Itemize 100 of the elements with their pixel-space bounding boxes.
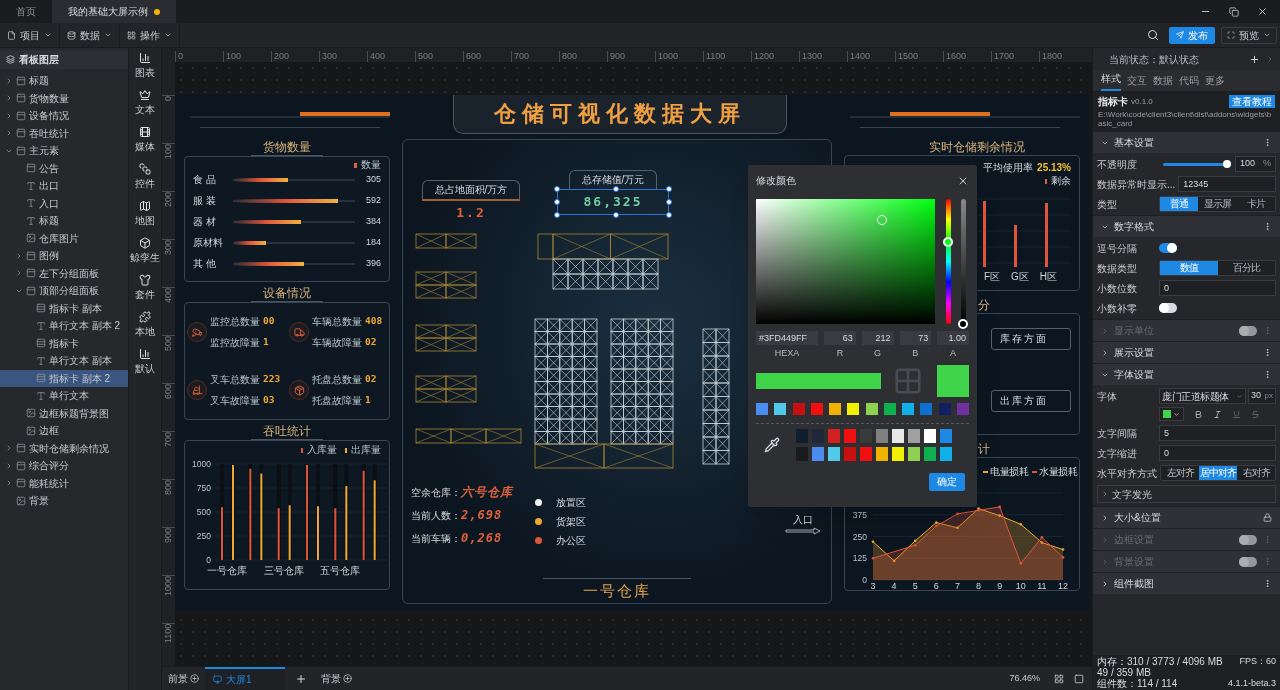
layer-item[interactable]: 设备情况 (0, 107, 128, 125)
layer-item[interactable]: 单行文本 副本 (0, 352, 128, 370)
widget-category[interactable]: 地图 (135, 200, 155, 228)
document-tab[interactable]: 首页 (0, 0, 52, 23)
add-icon[interactable] (295, 672, 307, 685)
bold-icon[interactable] (1194, 409, 1203, 419)
layer-item[interactable]: 综合评分 (0, 457, 128, 475)
input-field[interactable]: 0 (1159, 280, 1276, 296)
layer-item[interactable]: 入口 (0, 194, 128, 212)
layer-item[interactable]: 仓库图片 (0, 229, 128, 247)
preview-button[interactable]: 预览 (1221, 26, 1277, 44)
more-icon[interactable] (1263, 348, 1272, 357)
color-swatch[interactable] (924, 428, 936, 443)
color-swatch[interactable] (847, 402, 860, 415)
color-swatch[interactable] (924, 446, 936, 461)
add-icon[interactable] (343, 674, 352, 683)
color-swatch[interactable] (810, 402, 823, 415)
widget-category[interactable]: 本地 (135, 311, 155, 339)
layer-item[interactable]: 出口 (0, 177, 128, 195)
color-swatch[interactable] (774, 402, 787, 415)
resize-handle[interactable] (613, 212, 619, 218)
section-header[interactable]: 字体设置 (1093, 363, 1280, 385)
eyedropper-icon[interactable] (764, 436, 780, 453)
collapsible-row[interactable]: 文字发光 (1097, 485, 1276, 503)
color-swatch[interactable] (829, 402, 842, 415)
segment-option[interactable]: 居中对齐 (1199, 466, 1237, 480)
widget-category[interactable]: 图表 (135, 52, 155, 80)
toggle-switch[interactable] (1159, 243, 1177, 253)
channel-field[interactable]: 63 (824, 331, 856, 345)
channel-field[interactable]: 212 (861, 331, 894, 345)
widget-category[interactable]: 默认 (135, 348, 155, 376)
more-icon[interactable] (1263, 138, 1272, 147)
slider-thumb[interactable] (1223, 160, 1231, 168)
color-select[interactable] (1159, 407, 1184, 421)
layer-item[interactable]: 边框标题背景图 (0, 404, 128, 422)
tab[interactable]: 更多 (1205, 73, 1225, 91)
layer-item[interactable]: 标题 (0, 212, 128, 230)
widget-category[interactable]: 控件 (135, 163, 155, 191)
menu-button[interactable]: 项目 (0, 23, 60, 47)
section-header[interactable]: 基本设置 (1093, 131, 1280, 153)
search-icon[interactable] (1147, 29, 1159, 41)
color-swatch[interactable] (876, 446, 888, 461)
channel-field[interactable]: 73 (899, 331, 932, 345)
segment-option[interactable]: 普通 (1160, 197, 1199, 211)
color-swatch[interactable] (892, 428, 904, 443)
restore-icon[interactable] (1229, 6, 1239, 17)
add-icon[interactable] (1249, 53, 1260, 65)
layer-item[interactable]: 标题 (0, 72, 128, 90)
layer-item[interactable]: 左下分组面板 (0, 264, 128, 282)
grid-icon[interactable] (1054, 673, 1064, 684)
confirm-button[interactable]: 确定 (929, 472, 965, 491)
add-icon[interactable] (190, 674, 199, 683)
layer-item[interactable]: 指标卡 副本 2 (0, 369, 128, 387)
more-icon[interactable] (1263, 370, 1272, 379)
color-swatch[interactable] (940, 428, 952, 443)
input-field[interactable]: 0 (1159, 445, 1276, 461)
color-swatch[interactable] (876, 428, 888, 443)
section-header[interactable]: 组件截图 (1093, 572, 1280, 594)
color-swatch[interactable] (892, 446, 904, 461)
segment-option[interactable]: 右对齐 (1237, 466, 1275, 480)
segment-option[interactable]: 卡片 (1236, 197, 1275, 211)
layer-item[interactable]: 图例 (0, 247, 128, 265)
section-header[interactable]: 展示设置 (1093, 341, 1280, 363)
layer-item[interactable]: 吞吐统计 (0, 124, 128, 142)
color-swatch[interactable] (883, 402, 896, 415)
saturation-area[interactable] (756, 199, 936, 324)
segment-option[interactable]: 左对齐 (1161, 466, 1199, 480)
layer-item[interactable]: 背景 (0, 492, 128, 510)
input-field[interactable]: 30 px (1248, 388, 1276, 404)
layer-item[interactable]: 单行文本 副本 2 (0, 317, 128, 335)
color-swatch[interactable] (908, 446, 920, 461)
layer-item[interactable]: 指标卡 副本 (0, 299, 128, 317)
hue-thumb[interactable] (943, 237, 954, 247)
channel-field[interactable]: 1.00 (937, 331, 969, 345)
widget-category[interactable]: 媒体 (135, 126, 155, 154)
input-field[interactable]: 12345 (1178, 176, 1276, 192)
document-tab[interactable]: 我的基础大屏示例 (52, 0, 176, 23)
color-swatch[interactable] (844, 446, 856, 461)
toggle-switch[interactable] (1159, 303, 1177, 313)
color-swatch[interactable] (940, 446, 952, 461)
resize-handle[interactable] (613, 186, 619, 192)
color-swatch[interactable] (828, 428, 840, 443)
color-swatch[interactable] (956, 402, 969, 415)
tab[interactable]: 数据 (1153, 73, 1173, 91)
close-icon[interactable] (1257, 6, 1268, 17)
color-swatch[interactable] (860, 446, 872, 461)
color-swatch[interactable] (938, 402, 951, 415)
widget-category[interactable]: 鲸孪生 (130, 237, 160, 265)
menu-button[interactable]: 操作 (120, 23, 180, 47)
italic-icon[interactable] (1213, 409, 1222, 419)
color-swatch[interactable] (920, 402, 933, 415)
more-icon[interactable] (1263, 579, 1272, 588)
color-swatch[interactable] (865, 402, 878, 415)
lock-icon[interactable] (1263, 513, 1272, 522)
layer-item[interactable]: 能耗统计 (0, 474, 128, 492)
section-header[interactable]: 大小&位置 (1093, 506, 1280, 528)
color-swatch[interactable] (902, 402, 915, 415)
tab[interactable]: 代码 (1179, 73, 1199, 91)
color-swatch[interactable] (844, 428, 856, 443)
screen-tab[interactable]: 大屏1 (205, 667, 285, 690)
